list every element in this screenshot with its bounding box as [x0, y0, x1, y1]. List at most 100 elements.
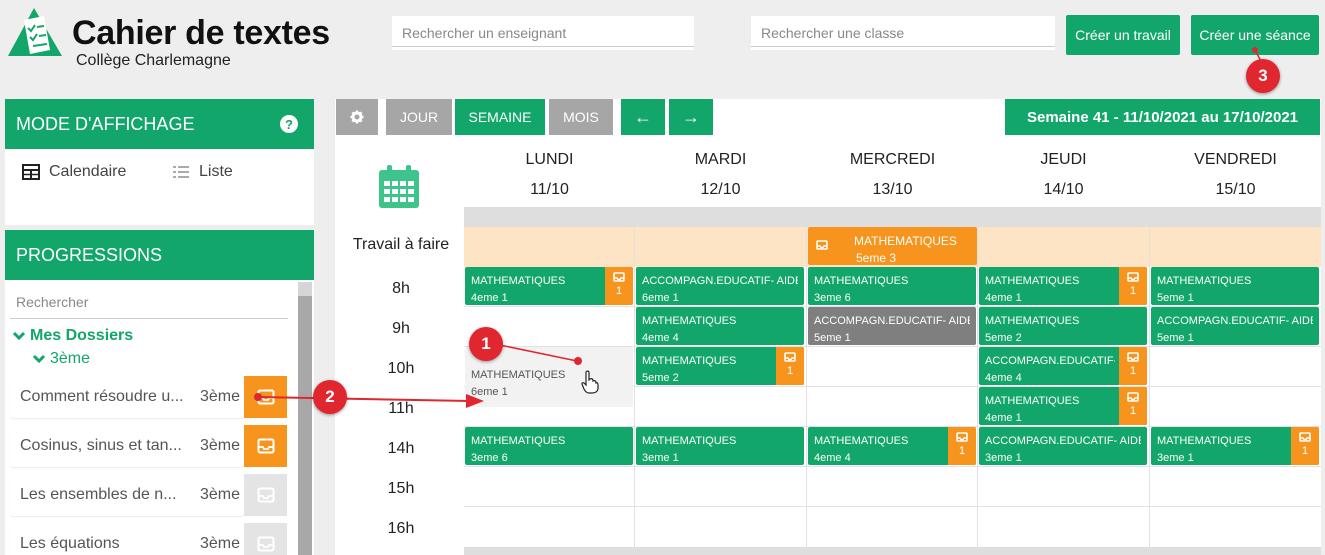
grid-column-line [1149, 227, 1150, 547]
day-name: MARDI [694, 151, 747, 168]
calendar-event[interactable]: MATHEMATIQUES 3eme 1 [636, 427, 804, 465]
hour-label: 11h [388, 400, 414, 417]
progression-item[interactable]: Comment résoudre u... 3ème [10, 376, 244, 418]
calendar-event[interactable]: MATHEMATIQUES 3eme 6 [465, 427, 633, 465]
day-name: JEUDI [1040, 151, 1087, 168]
calendar-view-option[interactable]: Calendaire [22, 163, 126, 181]
homework-count: 1 [786, 365, 794, 377]
event-class: 4eme 4 [814, 452, 851, 464]
event-subject: MATHEMATIQUES [814, 435, 909, 447]
display-mode-header: MODE D'AFFICHAGE [5, 99, 314, 149]
calendar-event[interactable]: MATHEMATIQUES 4eme 4 1 [808, 427, 976, 465]
day-name: VENDREDI [1194, 151, 1277, 168]
grid-column-line [806, 227, 807, 547]
calendar-event[interactable]: MATHEMATIQUES 4eme 1 1 [979, 267, 1147, 305]
day-view-button[interactable]: JOUR [386, 99, 452, 135]
settings-button[interactable] [336, 99, 378, 135]
day-name: MERCREDI [849, 151, 936, 168]
homework-badge[interactable]: 1 [605, 267, 633, 305]
progression-item[interactable]: Les équations 3ème [10, 523, 244, 555]
progression-title: Cosinus, sinus et tan... [20, 437, 182, 454]
calendar-event[interactable]: MATHEMATIQUES 4eme 4 [636, 307, 804, 345]
event-class: 4eme 4 [642, 332, 679, 344]
display-mode-title: MODE D'AFFICHAGE [16, 113, 195, 134]
progression-title: Comment résoudre u... [20, 388, 184, 405]
sidebar-scrollbar-thumb[interactable] [298, 296, 312, 555]
inbox-icon [257, 487, 274, 503]
assign-progression-button[interactable] [244, 376, 287, 418]
grid-column-line [634, 227, 635, 547]
progressions-search-input[interactable] [10, 287, 288, 317]
event-subject: MATHEMATIQUES [642, 355, 737, 367]
gear-icon [350, 110, 364, 124]
week-view-button[interactable]: SEMAINE [455, 99, 545, 135]
inbox-icon [257, 438, 274, 454]
list-icon [173, 166, 189, 178]
event-subject: MATHEMATIQUES [642, 435, 737, 447]
progression-item[interactable]: Les ensembles de n... 3ème [10, 474, 244, 516]
next-week-button[interactable]: → [669, 99, 713, 135]
app-title: Cahier de textes [72, 14, 330, 52]
school-name: Collège Charlemagne [76, 52, 231, 69]
calendar-event[interactable]: MATHEMATIQUES 4eme 1 1 [979, 387, 1147, 425]
homework-badge[interactable]: 1 [1291, 427, 1319, 465]
homework-badge[interactable]: 1 [1119, 347, 1147, 385]
create-session-button[interactable]: Créer une séance [1191, 15, 1319, 55]
assign-progression-button[interactable] [244, 523, 287, 555]
assign-progression-button[interactable] [244, 474, 287, 516]
calendar-event[interactable]: ACCOMPAGN.EDUCATIF- AIDE ... 3eme 1 [979, 427, 1147, 465]
calendar-event[interactable]: MATHEMATIQUES 5eme 1 [1151, 267, 1319, 305]
homework-event-subject: MATHEMATIQUES [854, 234, 957, 248]
homework-badge[interactable]: 1 [1119, 387, 1147, 425]
event-subject: ACCOMPAGN.EDUCATIF- AIDE ... [814, 315, 970, 327]
hour-label: 8h [392, 280, 410, 297]
calendar-event[interactable]: MATHEMATIQUES 4eme 1 1 [465, 267, 633, 305]
create-work-button[interactable]: Créer un travail [1066, 15, 1180, 55]
homework-badge[interactable]: 1 [1119, 267, 1147, 305]
day-header: MERCREDI 13/10 [807, 151, 978, 199]
calendar-event[interactable]: MATHEMATIQUES 3eme 6 [808, 267, 976, 305]
event-subject: MATHEMATIQUES [471, 435, 566, 447]
event-class: 4eme 1 [985, 292, 1022, 304]
annotation-marker-3: 3 [1246, 59, 1280, 93]
progression-class: 3ème [199, 437, 240, 454]
level-folder-toggle[interactable]: 3ème [32, 350, 90, 368]
search-class-input[interactable] [751, 16, 1055, 50]
event-class: 3eme 6 [814, 292, 851, 304]
event-subject: MATHEMATIQUES [985, 275, 1080, 287]
progression-title: Les ensembles de n... [20, 486, 177, 503]
inbox-icon [1127, 272, 1139, 282]
chevron-down-icon [32, 354, 46, 364]
my-folders-label: Mes Dossiers [30, 327, 134, 344]
day-header: JEUDI 14/10 [978, 151, 1149, 199]
previous-week-button[interactable]: ← [621, 99, 665, 135]
calendar-event[interactable]: ACCOMPAGN.EDUCATIF- AIDE ... 4eme 4 1 [979, 347, 1147, 385]
search-teacher-input[interactable] [392, 16, 694, 50]
help-icon[interactable]: ? [280, 115, 298, 133]
day-header: MARDI 12/10 [635, 151, 806, 199]
homework-count: 1 [1129, 285, 1137, 297]
month-view-button[interactable]: MOIS [549, 99, 613, 135]
day-date: 11/10 [530, 181, 569, 198]
calendar-event[interactable]: ACCOMPAGN.EDUCATIF- AIDE ... 5eme 1 [808, 307, 976, 345]
homework-count: 1 [1301, 445, 1309, 457]
my-folders-toggle[interactable]: Mes Dossiers [12, 327, 133, 345]
homework-badge[interactable]: 1 [948, 427, 976, 465]
homework-badge[interactable]: 1 [776, 347, 804, 385]
list-view-option[interactable]: Liste [172, 163, 233, 181]
calendar-view-label: Calendaire [49, 163, 127, 180]
assign-progression-button[interactable] [244, 425, 287, 467]
calendar-event[interactable]: ACCOMPAGN.EDUCATIF- AIDE ... 6eme 1 [636, 267, 804, 305]
progression-class: 3ème [199, 486, 240, 503]
calendar-event[interactable]: MATHEMATIQUES 5eme 2 [979, 307, 1147, 345]
day-date: 13/10 [872, 181, 913, 198]
calendar-event[interactable]: ACCOMPAGN.EDUCATIF- AIDE ... 5eme 1 [1151, 307, 1319, 345]
calendar-event[interactable]: MATHEMATIQUES 3eme 1 1 [1151, 427, 1319, 465]
homework-count: 1 [1129, 405, 1137, 417]
search-teacher-underline [392, 46, 694, 47]
grid-row-line [464, 506, 1321, 507]
calendar-event[interactable]: MATHEMATIQUES 5eme 2 1 [636, 347, 804, 385]
bottom-strip [464, 547, 1321, 555]
progression-item[interactable]: Cosinus, sinus et tan... 3ème [10, 425, 244, 467]
homework-event[interactable]: MATHEMATIQUES 5eme 3 [808, 227, 977, 265]
